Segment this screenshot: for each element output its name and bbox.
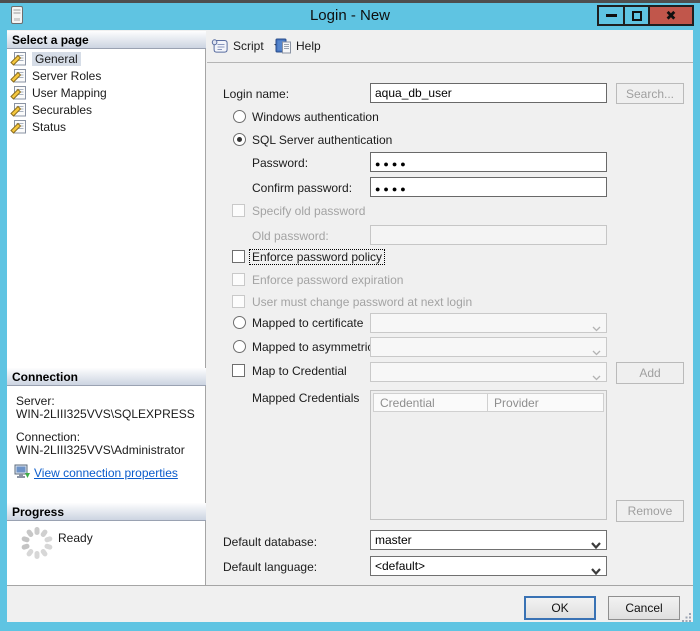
table-header-row: Credential Provider <box>373 393 604 412</box>
specify-old-password-label: Specify old password <box>252 204 365 218</box>
page-icon <box>10 103 28 117</box>
certificate-combo <box>370 313 607 333</box>
connection-header: Connection <box>7 368 206 386</box>
mapped-certificate-radio[interactable] <box>233 316 246 329</box>
login-name-label: Login name: <box>223 87 289 101</box>
server-value: WIN-2LIII325VVS\SQLEXPRESS <box>16 407 195 421</box>
window-title: Login - New <box>0 7 700 24</box>
confirm-password-input[interactable]: ●●●● <box>370 177 607 197</box>
progress-spinner-icon <box>19 525 55 566</box>
script-label: Script <box>233 39 264 53</box>
sidebar-item-server-roles[interactable]: Server Roles <box>10 67 200 84</box>
maximize-icon <box>632 11 642 21</box>
enforce-expiration-label: Enforce password expiration <box>252 273 403 287</box>
must-change-checkbox <box>232 295 245 308</box>
ok-button[interactable]: OK <box>524 596 596 620</box>
map-credential-label: Map to Credential <box>252 364 347 378</box>
minimize-icon <box>606 14 617 17</box>
map-credential-checkbox[interactable] <box>232 364 245 377</box>
close-button[interactable]: ✖ <box>648 5 694 26</box>
page-icon <box>10 52 28 66</box>
must-change-label: User must change password at next login <box>252 295 472 309</box>
confirm-password-label: Confirm password: <box>252 181 352 195</box>
password-input[interactable]: ●●●● <box>370 152 607 172</box>
minimize-button[interactable] <box>597 5 625 26</box>
sidebar-item-general[interactable]: General <box>10 50 200 67</box>
sidebar-item-label: Server Roles <box>32 69 101 83</box>
old-password-input <box>370 225 607 245</box>
default-language-label: Default language: <box>223 560 317 574</box>
close-icon: ✖ <box>666 9 677 22</box>
credential-combo <box>370 362 607 382</box>
mapped-certificate-label: Mapped to certificate <box>252 316 363 330</box>
default-language-value: <default> <box>375 559 425 573</box>
sql-auth-label: SQL Server authentication <box>252 133 392 147</box>
column-header-credential: Credential <box>373 393 488 412</box>
add-button: Add <box>616 362 684 384</box>
sidebar-item-securables[interactable]: Securables <box>10 101 200 118</box>
mapped-credentials-table: Credential Provider <box>370 390 607 520</box>
maximize-button[interactable] <box>623 5 650 26</box>
sidebar-item-label: General <box>32 52 81 66</box>
remove-button: Remove <box>616 500 684 522</box>
sql-auth-radio[interactable] <box>233 133 246 146</box>
login-name-input[interactable]: aqua_db_user <box>370 83 607 103</box>
sidebar-item-status[interactable]: Status <box>10 118 200 135</box>
view-connection-properties-link[interactable]: View connection properties <box>34 466 178 480</box>
resize-grip[interactable] <box>682 609 692 627</box>
progress-header: Progress <box>7 503 206 521</box>
search-button: Search... <box>616 83 684 104</box>
enforce-policy-label: Enforce password policy <box>249 249 385 265</box>
toolbar-separator <box>207 62 693 63</box>
screen-edge-strip <box>0 0 700 3</box>
default-database-combo[interactable]: master <box>370 530 607 550</box>
help-button[interactable]: Help <box>275 35 321 57</box>
chevron-down-icon <box>592 321 601 333</box>
sidebar-item-label: Securables <box>32 103 92 117</box>
server-label: Server: <box>16 394 55 408</box>
connection-label: Connection: <box>16 430 80 444</box>
sidebar-item-user-mapping[interactable]: User Mapping <box>10 84 200 101</box>
enforce-expiration-checkbox <box>232 273 245 286</box>
select-a-page-header: Select a page <box>7 31 206 49</box>
windows-auth-label: Windows authentication <box>252 110 379 124</box>
mapped-asym-key-radio[interactable] <box>233 340 246 353</box>
help-book-icon <box>275 38 291 54</box>
help-label: Help <box>296 39 321 53</box>
connection-properties-icon <box>14 464 31 485</box>
default-database-label: Default database: <box>223 535 317 549</box>
chevron-down-icon <box>592 345 601 357</box>
page-icon <box>10 86 28 100</box>
page-icon <box>10 120 28 134</box>
asym-key-combo <box>370 337 607 357</box>
chevron-down-icon <box>591 564 601 576</box>
sidebar-item-label: Status <box>32 120 66 134</box>
cancel-button[interactable]: Cancel <box>608 596 680 620</box>
sidebar-item-label: User Mapping <box>32 86 107 100</box>
password-label: Password: <box>252 156 308 170</box>
specify-old-password-checkbox <box>232 204 245 217</box>
mapped-credentials-label: Mapped Credentials <box>252 391 359 405</box>
page-icon <box>10 69 28 83</box>
script-button[interactable]: Script <box>211 35 282 57</box>
chevron-down-icon <box>592 370 601 382</box>
column-header-provider: Provider <box>488 393 604 412</box>
windows-auth-radio[interactable] <box>233 110 246 123</box>
old-password-label: Old password: <box>252 229 329 243</box>
enforce-policy-checkbox[interactable] <box>232 250 245 263</box>
login-new-dialog: Login - New ✖ Select a page General Serv… <box>0 0 700 631</box>
chevron-down-icon <box>591 538 601 550</box>
progress-status: Ready <box>58 531 93 545</box>
default-language-combo[interactable]: <default> <box>370 556 607 576</box>
script-scroll-icon <box>211 38 229 54</box>
default-database-value: master <box>375 533 412 547</box>
connection-value: WIN-2LIII325VVS\Administrator <box>16 443 185 457</box>
